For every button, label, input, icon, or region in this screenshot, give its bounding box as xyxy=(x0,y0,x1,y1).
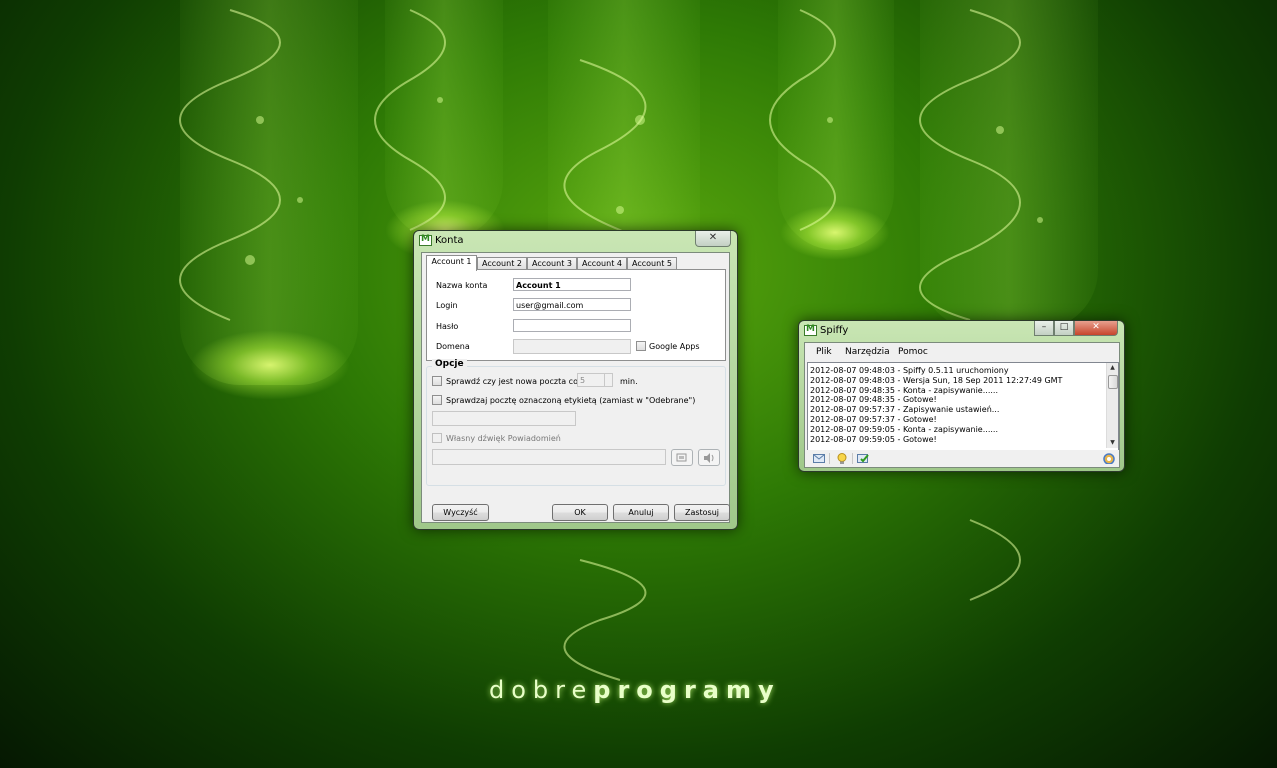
close-button[interactable]: ✕ xyxy=(1074,321,1118,336)
log-line: 2012-08-07 09:48:35 - Gotowe! xyxy=(810,395,937,405)
log-list[interactable]: 2012-08-07 09:48:03 - Spiffy 0.5.11 uruc… xyxy=(807,362,1119,451)
cancel-button[interactable]: Anuluj xyxy=(613,504,669,521)
mail-icon[interactable] xyxy=(813,453,825,464)
log-line: 2012-08-07 09:48:35 - Konta - zapisywani… xyxy=(810,385,998,395)
custom-sound-label: Własny dźwięk Powiadomień xyxy=(446,434,561,443)
toolbar-separator xyxy=(852,453,853,464)
log-line: 2012-08-07 09:57:37 - Zapisywanie ustawi… xyxy=(810,405,1000,415)
login-label: Login xyxy=(436,301,458,310)
maximize-button[interactable]: □ xyxy=(1054,321,1074,336)
close-button[interactable]: ✕ xyxy=(695,231,731,247)
check-label-text: Sprawdzaj pocztę oznaczoną etykietą (zam… xyxy=(446,396,696,405)
log-line: 2012-08-07 09:48:03 - Wersja Sun, 18 Sep… xyxy=(810,375,1063,385)
log-lines: 2012-08-07 09:48:03 - Spiffy 0.5.11 uruc… xyxy=(810,366,1108,444)
minimize-button[interactable]: – xyxy=(1034,321,1054,336)
log-line: 2012-08-07 09:59:05 - Konta - zapisywani… xyxy=(810,424,998,434)
google-apps-checkbox[interactable] xyxy=(636,341,646,351)
domena-label: Domena xyxy=(436,342,470,351)
window-title: Konta xyxy=(435,235,464,246)
settings-icon[interactable] xyxy=(1103,453,1115,464)
gmail-icon xyxy=(419,234,432,246)
login-input[interactable]: user@gmail.com xyxy=(513,298,631,311)
play-sound-button[interactable] xyxy=(698,449,720,466)
scroll-down-arrow[interactable]: ▼ xyxy=(1107,438,1118,448)
nazwa-label: Nazwa konta xyxy=(436,281,488,290)
password-input[interactable] xyxy=(513,319,631,332)
menu-narzedzia[interactable]: Narzędzia xyxy=(845,347,890,357)
google-apps-label: Google Apps xyxy=(649,342,700,351)
spiffy-titlebar[interactable]: Spiffy – □ ✕ xyxy=(799,321,1124,341)
clear-button[interactable]: Wyczyść xyxy=(432,504,489,521)
speaker-icon xyxy=(704,453,714,463)
domain-input[interactable] xyxy=(513,339,631,354)
bottom-toolbar xyxy=(805,450,1119,467)
check-mail-icon[interactable] xyxy=(857,453,869,464)
brand-logo: dobreprogramy xyxy=(489,676,781,704)
options-title: Opcje xyxy=(432,359,467,369)
menu-pomoc[interactable]: Pomoc xyxy=(898,347,928,357)
account-panel: Nazwa konta Account 1 Login user@gmail.c… xyxy=(426,269,726,361)
lightbulb-icon[interactable] xyxy=(836,453,848,464)
check-new-mail-label: Sprawdź czy jest nowa poczta co xyxy=(446,377,578,386)
vertical-scrollbar[interactable]: ▲ ▼ xyxy=(1106,363,1118,448)
tab-account-1[interactable]: Account 1 xyxy=(426,255,477,271)
spiffy-window: Spiffy – □ ✕ Plik Narzędzia Pomoc 2012-0… xyxy=(798,320,1125,472)
account-name-input[interactable]: Account 1 xyxy=(513,278,631,291)
custom-sound-checkbox[interactable] xyxy=(432,433,442,443)
ok-button[interactable]: OK xyxy=(552,504,608,521)
toolbar-separator xyxy=(829,453,830,464)
scroll-thumb[interactable] xyxy=(1108,375,1118,389)
konta-titlebar[interactable]: Konta ✕ xyxy=(414,231,737,251)
brand-light-text: dobre xyxy=(489,676,594,704)
gmail-icon xyxy=(804,324,817,336)
log-line: 2012-08-07 09:57:37 - Gotowe! xyxy=(810,414,937,424)
browse-button[interactable] xyxy=(671,449,693,466)
konta-window: Konta ✕ Account 1 Account 2 Account 3 Ac… xyxy=(413,230,738,530)
interval-unit-label: min. xyxy=(620,377,638,386)
menu-bar: Plik Narzędzia Pomoc xyxy=(805,343,1119,361)
spiffy-client-area: Plik Narzędzia Pomoc 2012-08-07 09:48:03… xyxy=(804,342,1120,468)
brand-bold-text: programy xyxy=(593,676,781,704)
check-label-checkbox[interactable] xyxy=(432,395,442,405)
log-line: 2012-08-07 09:59:05 - Gotowe! xyxy=(810,434,937,444)
label-name-input[interactable] xyxy=(432,411,576,426)
window-title: Spiffy xyxy=(820,325,849,336)
scroll-up-arrow[interactable]: ▲ xyxy=(1107,363,1118,373)
sound-path-input[interactable] xyxy=(432,449,666,465)
konta-client-area: Account 1 Account 2 Account 3 Account 4 … xyxy=(421,252,730,523)
stepper-arrows[interactable] xyxy=(604,374,613,387)
browse-icon xyxy=(676,453,687,462)
apply-button[interactable]: Zastosuj xyxy=(674,504,730,521)
haslo-label: Hasło xyxy=(436,322,459,331)
log-line: 2012-08-07 09:48:03 - Spiffy 0.5.11 uruc… xyxy=(810,366,1009,375)
check-new-mail-checkbox[interactable] xyxy=(432,376,442,386)
menu-plik[interactable]: Plik xyxy=(816,347,832,357)
